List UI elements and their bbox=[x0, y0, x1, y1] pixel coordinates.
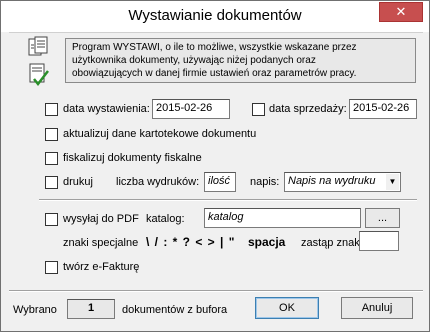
special-chars: \ / : * ? < > | " bbox=[146, 235, 236, 249]
document-check-icon bbox=[29, 63, 49, 87]
fiskalizuj-label: fiskalizuj dokumenty fiskalne bbox=[63, 152, 202, 164]
efaktura-label: twórz e-Fakturę bbox=[63, 261, 140, 273]
drukuj-checkbox[interactable] bbox=[45, 176, 58, 189]
window-title: Wystawianie dokumentów bbox=[128, 7, 302, 24]
wybrano-label: Wybrano bbox=[13, 304, 57, 316]
data-wystawienia-field[interactable]: 2015-02-26 bbox=[152, 99, 230, 119]
info-line-2: użytkownika dokumenty, używając niżej po… bbox=[72, 55, 316, 66]
liczba-wydrukow-field[interactable]: ilość bbox=[204, 172, 236, 192]
info-text-box: Program WYSTAWI, o ile to możliwe, wszys… bbox=[65, 38, 416, 83]
napis-label: napis: bbox=[250, 176, 280, 188]
data-wystawienia-label: data wystawienia: bbox=[63, 103, 150, 115]
close-button[interactable]: ✕ bbox=[379, 2, 423, 22]
spacja-label: spacja bbox=[248, 235, 286, 249]
separator bbox=[39, 199, 417, 201]
aktualizuj-label: aktualizuj dane kartotekowe dokumentu bbox=[63, 128, 257, 140]
data-sprzedazy-field[interactable]: 2015-02-26 bbox=[349, 99, 417, 119]
title-bar: Wystawianie dokumentów ✕ bbox=[1, 1, 429, 32]
liczba-wydrukow-label: liczba wydruków: bbox=[116, 176, 200, 188]
data-sprzedazy-checkbox[interactable] bbox=[252, 103, 265, 116]
ok-button[interactable]: OK bbox=[255, 297, 319, 319]
efaktura-checkbox[interactable] bbox=[45, 261, 58, 274]
documents-icon bbox=[28, 36, 48, 56]
drukuj-label: drukuj bbox=[63, 176, 93, 188]
napis-value: Napis na wydruku bbox=[288, 175, 376, 187]
aktualizuj-checkbox[interactable] bbox=[45, 128, 58, 141]
dialog-content: Program WYSTAWI, o ile to możliwe, wszys… bbox=[9, 32, 423, 325]
info-line-1: Program WYSTAWI, o ile to możliwe, wszys… bbox=[72, 42, 357, 53]
wysylaj-pdf-label: wysyłaj do PDF bbox=[63, 213, 139, 225]
zastap-field[interactable] bbox=[359, 231, 399, 251]
cancel-button[interactable]: Anuluj bbox=[341, 297, 413, 319]
napis-combo[interactable]: Napis na wydruku ▼ bbox=[284, 172, 401, 192]
wybrano-suffix: dokumentów z bufora bbox=[122, 304, 228, 316]
data-wystawienia-checkbox[interactable] bbox=[45, 103, 58, 116]
znaki-label: znaki specjalne bbox=[63, 237, 139, 249]
fiskalizuj-checkbox[interactable] bbox=[45, 152, 58, 165]
selected-count: 1 bbox=[67, 299, 115, 319]
wysylaj-pdf-checkbox[interactable] bbox=[45, 213, 58, 226]
info-line-3: obowiązujących w danej firmie ustawień o… bbox=[72, 68, 357, 79]
chevron-down-icon[interactable]: ▼ bbox=[386, 174, 399, 190]
katalog-field[interactable]: katalog bbox=[204, 208, 361, 228]
data-sprzedazy-label: data sprzedaży: bbox=[269, 103, 347, 115]
dialog-window: Wystawianie dokumentów ✕ Program WYSTAWI… bbox=[0, 0, 430, 332]
browse-button[interactable]: ... bbox=[365, 208, 400, 228]
katalog-label: katalog: bbox=[146, 213, 185, 225]
bottom-separator bbox=[9, 290, 423, 292]
